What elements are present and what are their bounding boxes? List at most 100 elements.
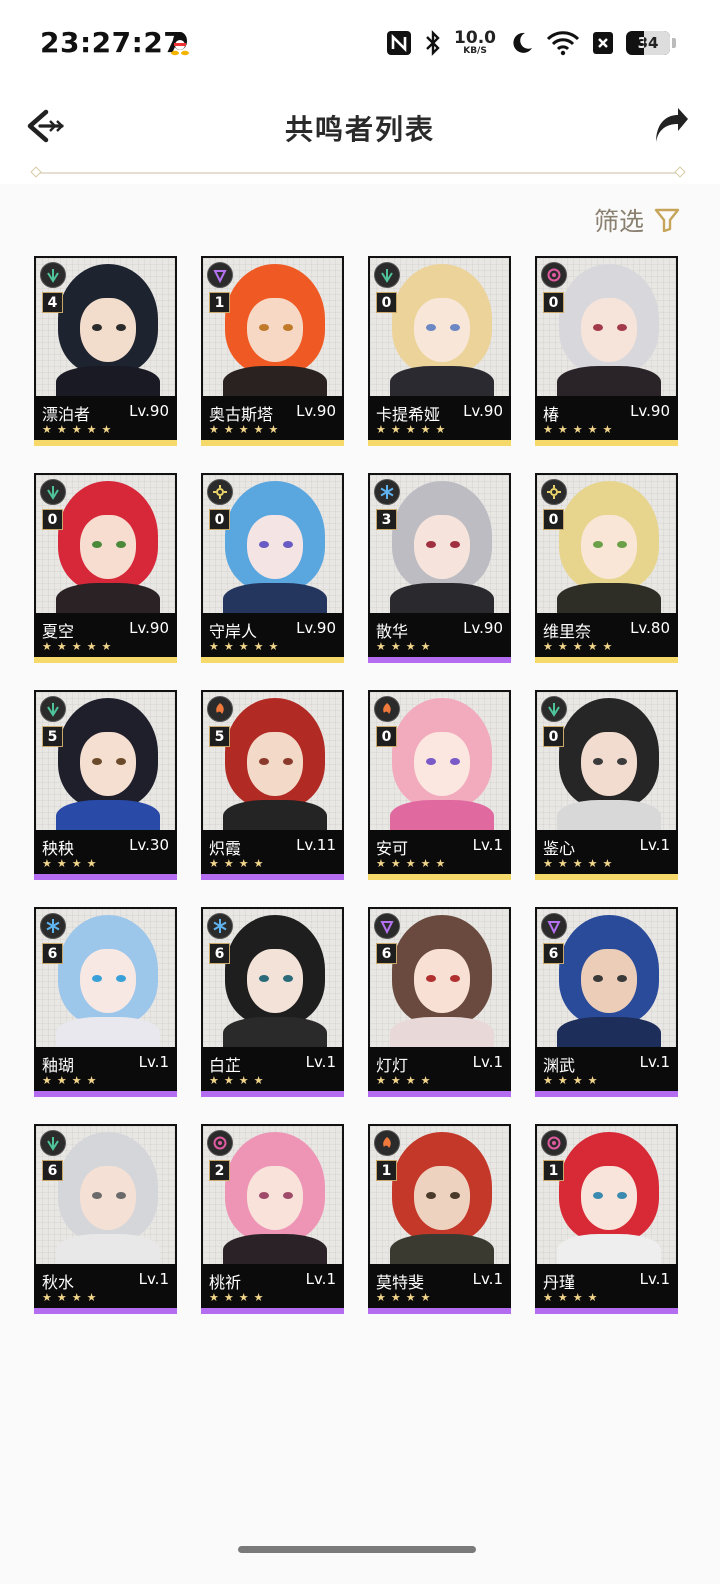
bluetooth-icon bbox=[426, 30, 440, 56]
character-card[interactable]: 5 秧秧 Lv.30 ★★★★ bbox=[34, 690, 177, 880]
rarity-bar bbox=[201, 1091, 344, 1097]
qq-icon bbox=[171, 32, 189, 56]
portrait-eye bbox=[426, 324, 436, 331]
portrait-eye bbox=[593, 324, 603, 331]
character-portrait: 0 bbox=[537, 692, 676, 830]
character-card[interactable]: 0 安可 Lv.1 ★★★★★ bbox=[368, 690, 511, 880]
portrait-face bbox=[414, 732, 470, 796]
rarity-stars: ★★★★ bbox=[376, 1074, 436, 1087]
portrait-outfit bbox=[390, 366, 494, 396]
rarity-stars: ★★★★★ bbox=[42, 423, 117, 436]
spectro-element-icon bbox=[541, 479, 567, 505]
electro-element-icon bbox=[541, 913, 567, 939]
portrait-outfit bbox=[223, 1234, 327, 1264]
character-card[interactable]: 2 桃祈 Lv.1 ★★★★ bbox=[201, 1124, 344, 1314]
resonance-chain-badge: 6 bbox=[42, 1160, 63, 1181]
portrait-eye bbox=[426, 1192, 436, 1199]
network-speed-unit: KB/S bbox=[463, 46, 487, 56]
portrait-eye bbox=[450, 541, 460, 548]
character-card[interactable]: 6 白芷 Lv.1 ★★★★ bbox=[201, 907, 344, 1097]
character-card[interactable]: 6 渊武 Lv.1 ★★★★ bbox=[535, 907, 678, 1097]
character-info: 漂泊者 Lv.90 ★★★★★ bbox=[34, 396, 177, 440]
character-card[interactable]: 1 丹瑾 Lv.1 ★★★★ bbox=[535, 1124, 678, 1314]
character-card[interactable]: 4 漂泊者 Lv.90 ★★★★★ bbox=[34, 256, 177, 446]
portrait-eye bbox=[617, 1192, 627, 1199]
character-portrait: 6 bbox=[370, 909, 509, 1047]
character-card[interactable]: 6 釉瑚 Lv.1 ★★★★ bbox=[34, 907, 177, 1097]
portrait-eye bbox=[92, 1192, 102, 1199]
portrait-eye bbox=[617, 324, 627, 331]
character-level: Lv.1 bbox=[639, 836, 670, 854]
character-info: 奥古斯塔 Lv.90 ★★★★★ bbox=[201, 396, 344, 440]
rarity-bar bbox=[201, 657, 344, 663]
character-card[interactable]: 0 维里奈 Lv.80 ★★★★★ bbox=[535, 473, 678, 663]
portrait-outfit bbox=[56, 1234, 160, 1264]
character-name: 维里奈 bbox=[543, 622, 592, 641]
rarity-bar bbox=[201, 1308, 344, 1314]
character-name: 椿 bbox=[543, 405, 560, 424]
rarity-stars: ★★★★ bbox=[209, 1074, 269, 1087]
resonance-chain-badge: 6 bbox=[209, 943, 230, 964]
character-level: Lv.1 bbox=[639, 1270, 670, 1288]
character-level: Lv.1 bbox=[639, 1053, 670, 1071]
character-info: 白芷 Lv.1 ★★★★ bbox=[201, 1047, 344, 1091]
portrait-eye bbox=[116, 975, 126, 982]
character-level: Lv.90 bbox=[463, 619, 503, 637]
resonance-chain-badge: 0 bbox=[376, 292, 397, 313]
character-card[interactable]: 5 炽霞 Lv.11 ★★★★ bbox=[201, 690, 344, 880]
filter-label: 筛选 bbox=[593, 207, 644, 236]
character-card[interactable]: 6 秋水 Lv.1 ★★★★ bbox=[34, 1124, 177, 1314]
character-card[interactable]: 0 鉴心 Lv.1 ★★★★★ bbox=[535, 690, 678, 880]
character-info: 椿 Lv.90 ★★★★★ bbox=[535, 396, 678, 440]
filter-icon bbox=[654, 208, 680, 232]
portrait-eye bbox=[593, 541, 603, 548]
portrait-outfit bbox=[56, 1017, 160, 1047]
portrait-outfit bbox=[56, 366, 160, 396]
character-card[interactable]: 1 莫特斐 Lv.1 ★★★★ bbox=[368, 1124, 511, 1314]
character-card[interactable]: 3 散华 Lv.90 ★★★★ bbox=[368, 473, 511, 663]
character-portrait: 6 bbox=[203, 909, 342, 1047]
character-card[interactable]: 0 守岸人 Lv.90 ★★★★★ bbox=[201, 473, 344, 663]
portrait-outfit bbox=[557, 800, 661, 830]
character-info: 丹瑾 Lv.1 ★★★★ bbox=[535, 1264, 678, 1308]
character-name: 釉瑚 bbox=[42, 1056, 75, 1075]
resonance-chain-badge: 3 bbox=[376, 509, 397, 530]
character-card[interactable]: 0 卡提希娅 Lv.90 ★★★★★ bbox=[368, 256, 511, 446]
status-bar: 23:27:27 10.0 KB/S 34 bbox=[0, 0, 720, 88]
rarity-bar bbox=[535, 440, 678, 446]
rarity-stars: ★★★★★ bbox=[209, 640, 284, 653]
home-indicator[interactable] bbox=[238, 1546, 476, 1553]
portrait-eye bbox=[450, 975, 460, 982]
character-card[interactable]: 1 奥古斯塔 Lv.90 ★★★★★ bbox=[201, 256, 344, 446]
character-card[interactable]: 0 夏空 Lv.90 ★★★★★ bbox=[34, 473, 177, 663]
filter-button[interactable]: 筛选 bbox=[594, 202, 680, 238]
portrait-face bbox=[80, 949, 136, 1013]
resonance-chain-badge: 0 bbox=[376, 726, 397, 747]
electro-element-icon bbox=[207, 262, 233, 288]
character-card[interactable]: 0 椿 Lv.90 ★★★★★ bbox=[535, 256, 678, 446]
portrait-eye bbox=[92, 975, 102, 982]
character-name: 卡提希娅 bbox=[376, 405, 441, 424]
aero-element-icon bbox=[40, 262, 66, 288]
share-icon[interactable] bbox=[650, 106, 690, 146]
character-info: 炽霞 Lv.11 ★★★★ bbox=[201, 830, 344, 874]
portrait-face bbox=[247, 732, 303, 796]
character-level: Lv.90 bbox=[129, 402, 169, 420]
portrait-eye bbox=[593, 758, 603, 765]
rarity-bar bbox=[368, 874, 511, 880]
portrait-eye bbox=[259, 758, 269, 765]
character-card[interactable]: 6 灯灯 Lv.1 ★★★★ bbox=[368, 907, 511, 1097]
character-grid: 4 漂泊者 Lv.90 ★★★★★ 1 奥古斯塔 Lv.90 ★★★★★ 0 卡提希娅 Lv.90 ★… bbox=[34, 256, 680, 1314]
electro-element-icon bbox=[374, 913, 400, 939]
portrait-eye bbox=[283, 975, 293, 982]
portrait-eye bbox=[259, 1192, 269, 1199]
rarity-bar bbox=[201, 440, 344, 446]
portrait-face bbox=[581, 732, 637, 796]
aero-element-icon bbox=[40, 696, 66, 722]
character-portrait: 6 bbox=[36, 1126, 175, 1264]
rarity-stars: ★★★★ bbox=[543, 1074, 603, 1087]
fusion-element-icon bbox=[374, 1130, 400, 1156]
resonance-chain-badge: 2 bbox=[209, 1160, 230, 1181]
portrait-eye bbox=[593, 975, 603, 982]
rarity-stars: ★★★★★ bbox=[543, 857, 618, 870]
